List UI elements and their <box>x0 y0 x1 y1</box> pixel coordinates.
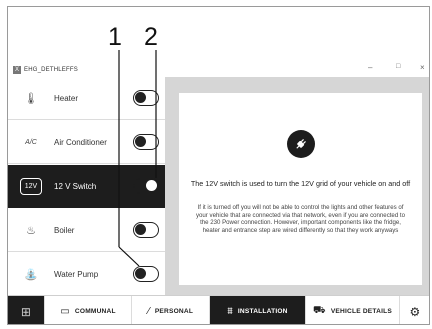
sidebar-item-12v-switch[interactable]: 12V 12 V Switch <box>8 165 165 208</box>
bottom-tab-bar: ⊞ ▭ COMMUNAL ⁄ PERSONAL ⩩ INSTALLATION ⛟… <box>8 295 429 324</box>
communal-icon: ▭ <box>60 306 70 317</box>
tab-label: PERSONAL <box>154 308 194 315</box>
info-card: The 12V switch is used to turn the 12V g… <box>179 93 422 285</box>
installation-sidebar: 🌡 Heater A/C Air Conditioner 12V 12 V Sw… <box>8 77 165 295</box>
tab-settings[interactable]: ⚙ <box>400 296 429 324</box>
sidebar-item-label: Air Conditioner <box>54 138 107 147</box>
sidebar-item-heater[interactable]: 🌡 Heater <box>8 77 165 120</box>
sidebar-item-air-conditioner[interactable]: A/C Air Conditioner <box>8 121 165 164</box>
toggle-knob <box>135 268 146 279</box>
maximize-button[interactable]: □ <box>396 63 400 70</box>
close-button[interactable]: × <box>420 63 425 72</box>
grid-icon: ⊞ <box>20 304 32 319</box>
tab-vehicle-details[interactable]: ⛟ VEHICLE DETAILS <box>306 296 400 324</box>
12v-switch-toggle[interactable] <box>133 178 159 194</box>
sidebar-item-label: Water Pump <box>54 270 99 279</box>
toggle-knob <box>135 224 146 235</box>
tab-home-grid[interactable]: ⊞ <box>8 296 45 324</box>
tab-label: INSTALLATION <box>237 308 288 315</box>
minimize-button[interactable]: – <box>368 63 372 72</box>
12v-icon: 12V <box>20 178 42 195</box>
sidebar-item-label: 12 V Switch <box>54 182 97 191</box>
air-conditioner-toggle[interactable] <box>133 134 159 150</box>
info-title: The 12V switch is used to turn the 12V g… <box>190 179 411 188</box>
tab-personal[interactable]: ⁄ PERSONAL <box>132 296 210 324</box>
window-title: EHG_DETHLEFFS <box>24 67 78 73</box>
sidebar-item-water-pump[interactable]: ⛲ Water Pump <box>8 253 165 296</box>
app-icon: X <box>13 66 21 74</box>
title-bar: X EHG_DETHLEFFS – □ × <box>8 63 429 77</box>
gear-icon: ⚙ <box>409 304 421 319</box>
tab-communal[interactable]: ▭ COMMUNAL <box>45 296 132 324</box>
toggle-knob <box>135 136 146 147</box>
vehicle-icon: ⛟ <box>313 305 326 316</box>
tab-installation[interactable]: ⩩ INSTALLATION <box>210 296 306 324</box>
heater-toggle[interactable] <box>133 90 159 106</box>
sidebar-item-label: Heater <box>54 94 79 103</box>
sidebar-item-label: Boiler <box>54 226 75 235</box>
installation-icon: ⩩ <box>227 306 233 317</box>
plug-icon <box>287 130 315 158</box>
tab-label: COMMUNAL <box>74 308 116 315</box>
info-panel: The 12V switch is used to turn the 12V g… <box>165 77 429 295</box>
ac-icon: A/C <box>25 138 37 146</box>
toggle-knob <box>135 92 146 103</box>
sidebar-item-boiler[interactable]: ♨ Boiler <box>8 209 165 252</box>
toggle-knob <box>146 180 157 191</box>
info-body: If it is turned off you will not be able… <box>195 204 405 235</box>
boiler-toggle[interactable] <box>133 222 159 238</box>
tab-label: VEHICLE DETAILS <box>330 308 392 315</box>
personal-icon: ⁄ <box>147 306 150 317</box>
water-pump-toggle[interactable] <box>133 266 159 282</box>
faucet-icon: ⛲ <box>24 268 38 281</box>
callout-number-1: 1 <box>108 23 122 51</box>
app-window: X EHG_DETHLEFFS – □ × 🌡 Heater A/C Air C… <box>7 6 430 325</box>
flame-icon: ♨ <box>26 224 36 237</box>
thermometer-icon: 🌡 <box>24 92 38 105</box>
callout-number-2: 2 <box>144 23 158 51</box>
